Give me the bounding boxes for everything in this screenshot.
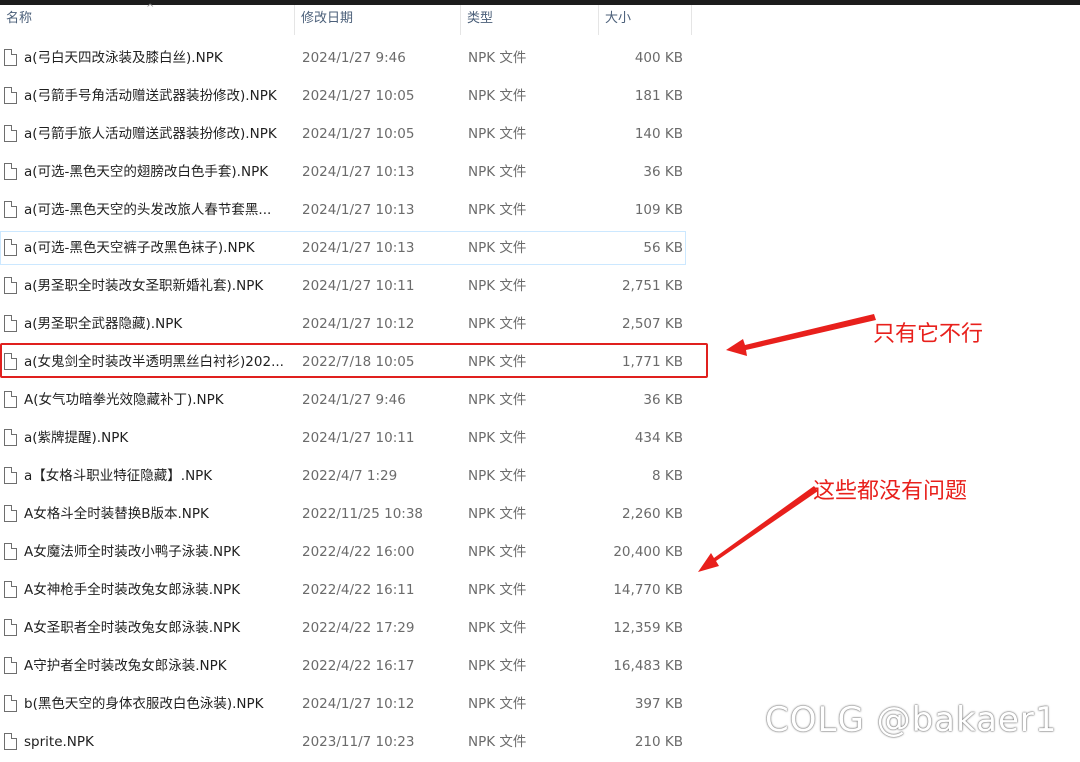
arrow-to-problem-file — [726, 314, 876, 356]
arrow-to-ok-files — [698, 486, 818, 572]
annotation-only-this: 只有它不行 — [873, 322, 984, 347]
annotation-others-ok: 这些都没有问题 — [813, 479, 968, 504]
watermark: COLG @bakaer1 — [765, 700, 1058, 740]
annotation-arrows — [698, 314, 876, 572]
